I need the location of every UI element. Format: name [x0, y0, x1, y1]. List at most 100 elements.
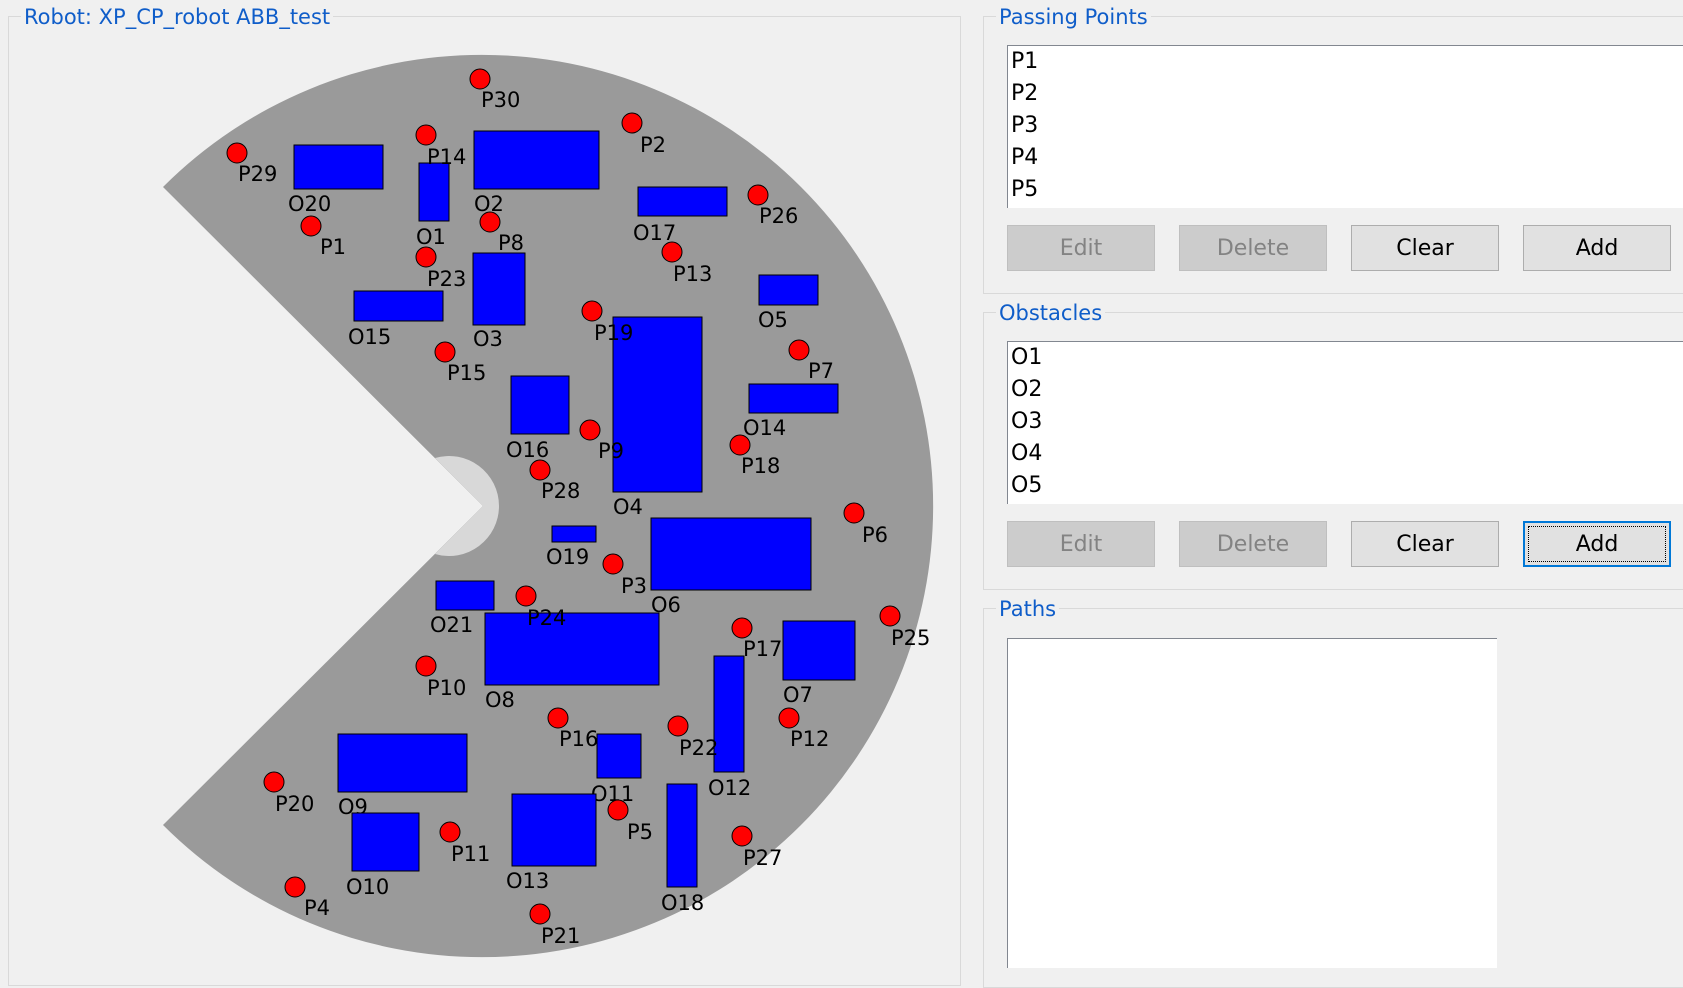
- point-marker[interactable]: [415, 246, 437, 268]
- obstacle-rect[interactable]: [758, 274, 819, 306]
- point-marker[interactable]: [479, 211, 501, 233]
- point-marker[interactable]: [731, 825, 753, 847]
- point-label: P20: [275, 792, 314, 816]
- point-marker[interactable]: [579, 419, 601, 441]
- point-label: P16: [559, 727, 598, 751]
- pp-delete-button[interactable]: Delete: [1179, 225, 1327, 271]
- point-marker[interactable]: [469, 68, 491, 90]
- point-marker[interactable]: [778, 707, 800, 729]
- point-marker[interactable]: [300, 215, 322, 237]
- obstacle-label: O14: [743, 416, 786, 440]
- point-marker[interactable]: [747, 184, 769, 206]
- ob-clear-button[interactable]: Clear: [1351, 521, 1499, 567]
- robot-title: Robot: XP_CP_robot ABB_test: [21, 5, 334, 29]
- obstacle-rect[interactable]: [484, 612, 660, 686]
- point-marker[interactable]: [415, 124, 437, 146]
- list-item[interactable]: O5: [1008, 470, 1683, 502]
- obstacle-o1[interactable]: O1: [416, 162, 450, 249]
- obstacle-rect[interactable]: [293, 144, 384, 190]
- point-marker[interactable]: [581, 300, 603, 322]
- point-marker[interactable]: [415, 655, 437, 677]
- point-label: P25: [891, 626, 930, 650]
- point-label: P26: [759, 204, 798, 228]
- obstacle-o19[interactable]: O19: [546, 525, 597, 569]
- list-item[interactable]: P5: [1008, 174, 1683, 206]
- obstacle-label: O13: [506, 869, 549, 893]
- pp-clear-button[interactable]: Clear: [1351, 225, 1499, 271]
- list-item[interactable]: O1: [1008, 342, 1683, 374]
- point-marker[interactable]: [729, 434, 751, 456]
- obstacle-label: O18: [661, 891, 704, 915]
- point-marker[interactable]: [226, 142, 248, 164]
- point-marker[interactable]: [602, 553, 624, 575]
- obstacle-rect[interactable]: [418, 162, 450, 222]
- pp-add-button[interactable]: Add: [1523, 225, 1671, 271]
- obstacle-rect[interactable]: [472, 252, 526, 326]
- pp-edit-button[interactable]: Edit: [1007, 225, 1155, 271]
- point-marker[interactable]: [661, 241, 683, 263]
- obstacle-rect[interactable]: [351, 812, 420, 872]
- point-label: P17: [743, 637, 782, 661]
- list-item[interactable]: O3: [1008, 406, 1683, 438]
- point-marker[interactable]: [731, 617, 753, 639]
- point-marker[interactable]: [547, 707, 569, 729]
- obstacle-rect[interactable]: [337, 733, 468, 793]
- ob-edit-button[interactable]: Edit: [1007, 521, 1155, 567]
- list-item[interactable]: O4: [1008, 438, 1683, 470]
- robot-workspace-canvas[interactable]: O1O2O3O4O5O6O7O8O9O10O11 O12O13O14O15O16O…: [9, 17, 962, 974]
- obstacles-list[interactable]: O1 O2 O3 O4 O5: [1007, 341, 1683, 504]
- obstacle-rect[interactable]: [511, 793, 597, 867]
- obstacle-label: O16: [506, 438, 549, 462]
- obstacle-rect[interactable]: [637, 186, 728, 217]
- ob-delete-button[interactable]: Delete: [1179, 521, 1327, 567]
- obstacle-rect[interactable]: [353, 290, 444, 322]
- list-item[interactable]: P2: [1008, 78, 1683, 110]
- list-item[interactable]: P4: [1008, 142, 1683, 174]
- point-marker[interactable]: [621, 112, 643, 134]
- obstacle-rect[interactable]: [473, 130, 600, 190]
- point-marker[interactable]: [788, 339, 810, 361]
- paths-list[interactable]: [1007, 638, 1497, 968]
- obstacle-rect[interactable]: [435, 580, 495, 611]
- obstacle-rect[interactable]: [748, 383, 839, 414]
- obstacle-rect[interactable]: [510, 375, 570, 435]
- obstacle-o4[interactable]: O4: [612, 316, 703, 519]
- obstacle-rect[interactable]: [596, 733, 642, 779]
- obstacle-label: O1: [416, 225, 446, 249]
- point-marker[interactable]: [515, 585, 537, 607]
- point-marker[interactable]: [607, 799, 629, 821]
- obstacle-rect[interactable]: [782, 620, 856, 681]
- point-marker[interactable]: [529, 459, 551, 481]
- point-marker[interactable]: [529, 903, 551, 925]
- point-marker[interactable]: [284, 876, 306, 898]
- obstacle-rect[interactable]: [666, 783, 698, 888]
- point-marker[interactable]: [434, 341, 456, 363]
- ob-add-button[interactable]: Add: [1523, 521, 1671, 567]
- point-marker[interactable]: [879, 605, 901, 627]
- point-label: P24: [527, 606, 566, 630]
- point-label: P22: [679, 736, 718, 760]
- obstacle-rect[interactable]: [713, 655, 745, 773]
- point-label: P28: [541, 479, 580, 503]
- list-item[interactable]: P3: [1008, 110, 1683, 142]
- point-marker[interactable]: [843, 502, 865, 524]
- obstacle-label: O20: [288, 192, 331, 216]
- obstacle-label: O7: [783, 683, 813, 707]
- list-item[interactable]: P1: [1008, 46, 1683, 78]
- obstacle-rect[interactable]: [551, 525, 597, 543]
- obstacle-label: O19: [546, 545, 589, 569]
- point-marker[interactable]: [263, 771, 285, 793]
- obstacle-o11[interactable]: O11: [591, 733, 642, 806]
- obstacle-rect[interactable]: [650, 517, 812, 591]
- point-label: P29: [238, 162, 277, 186]
- point-label: P18: [741, 454, 780, 478]
- point-marker[interactable]: [667, 715, 689, 737]
- point-label: P2: [640, 133, 666, 157]
- list-item[interactable]: O2: [1008, 374, 1683, 406]
- point-label: P3: [621, 574, 647, 598]
- point-marker[interactable]: [439, 821, 461, 843]
- passing-points-list[interactable]: P1 P2 P3 P4 P5: [1007, 45, 1683, 208]
- point-label: P27: [743, 846, 782, 870]
- point-label: P5: [627, 820, 653, 844]
- point-label: P12: [790, 727, 829, 751]
